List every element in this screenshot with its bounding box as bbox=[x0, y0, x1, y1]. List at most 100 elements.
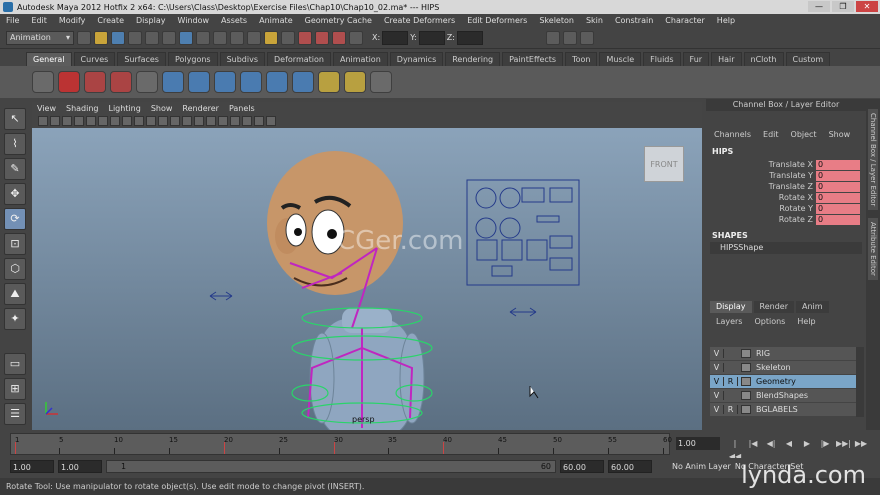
select-tool-icon[interactable]: ↖ bbox=[4, 108, 26, 130]
layer-color-swatch[interactable] bbox=[741, 349, 751, 358]
menu-window[interactable]: Window bbox=[178, 16, 210, 25]
menu-modify[interactable]: Modify bbox=[59, 16, 86, 25]
layer-color-swatch[interactable] bbox=[741, 377, 751, 386]
show-manip-icon[interactable]: ✦ bbox=[4, 308, 26, 330]
layer-menu-help[interactable]: Help bbox=[797, 317, 815, 326]
safe-title-icon[interactable] bbox=[158, 116, 168, 126]
show-hide-tool-settings-icon[interactable] bbox=[562, 30, 577, 45]
time-slider-bar[interactable]: 1 5 10 15 20 25 30 35 40 45 50 55 60 bbox=[10, 433, 672, 455]
menu-help[interactable]: Help bbox=[717, 16, 735, 25]
panel-menu-view[interactable]: View bbox=[37, 104, 56, 113]
layer-menu-options[interactable]: Options bbox=[754, 317, 785, 326]
side-tab-channel-box[interactable]: Channel Box / Layer Editor bbox=[868, 109, 878, 211]
camera-select-icon[interactable] bbox=[38, 116, 48, 126]
tab-hair[interactable]: Hair bbox=[711, 52, 742, 66]
menu-animate[interactable]: Animate bbox=[259, 16, 293, 25]
plane-icon[interactable] bbox=[266, 71, 288, 93]
menu-edit-deformers[interactable]: Edit Deformers bbox=[467, 16, 527, 25]
render-settings-icon[interactable] bbox=[332, 30, 346, 45]
menu-skeleton[interactable]: Skeleton bbox=[539, 16, 574, 25]
xray-icon[interactable] bbox=[242, 116, 252, 126]
move-tool-icon[interactable]: ✥ bbox=[4, 183, 26, 205]
layer-visibility-toggle[interactable]: V bbox=[710, 363, 724, 372]
tab-deformation[interactable]: Deformation bbox=[267, 52, 331, 66]
layer-scrollbar[interactable] bbox=[856, 347, 864, 417]
field-chart-icon[interactable] bbox=[134, 116, 144, 126]
snap-plane-icon[interactable] bbox=[247, 30, 261, 45]
channel-row[interactable]: Rotate X 0 bbox=[706, 192, 866, 203]
use-lights-icon[interactable] bbox=[218, 116, 228, 126]
maximize-button[interactable]: ❐ bbox=[832, 1, 854, 12]
select-hierarchy-icon[interactable] bbox=[128, 30, 142, 45]
menu-geometry-cache[interactable]: Geometry Cache bbox=[305, 16, 372, 25]
channel-row[interactable]: Translate Y 0 bbox=[706, 170, 866, 181]
cb-menu-channels[interactable]: Channels bbox=[714, 130, 751, 139]
playback-start-field[interactable]: 1.00 bbox=[58, 459, 102, 473]
y-field[interactable] bbox=[418, 30, 445, 45]
channel-value[interactable]: 0 bbox=[816, 192, 860, 203]
anim-layer-label[interactable]: No Anim Layer bbox=[672, 462, 731, 471]
lock-icon[interactable] bbox=[264, 30, 278, 45]
show-hide-channel-box-icon[interactable] bbox=[579, 30, 594, 45]
menu-display[interactable]: Display bbox=[136, 16, 166, 25]
channel-row[interactable]: Translate X 0 bbox=[706, 159, 866, 170]
pick-mask-icon[interactable] bbox=[179, 30, 193, 45]
channel-value[interactable]: 0 bbox=[816, 181, 860, 192]
history-icon[interactable] bbox=[281, 30, 295, 45]
bookmark-icon[interactable] bbox=[62, 116, 72, 126]
image-plane-icon[interactable] bbox=[74, 116, 84, 126]
open-scene-icon[interactable] bbox=[94, 30, 108, 45]
tab-toon[interactable]: Toon bbox=[565, 52, 598, 66]
step-back-frame-button[interactable]: ◀| bbox=[764, 437, 778, 450]
z-field[interactable] bbox=[456, 30, 483, 45]
viewcube[interactable]: FRONT bbox=[644, 146, 684, 182]
x-field[interactable] bbox=[382, 30, 409, 45]
layer-visibility-toggle[interactable]: V bbox=[710, 391, 724, 400]
step-forward-key-button[interactable]: ▶▶| bbox=[836, 437, 851, 450]
wireframe-on-shaded-icon[interactable] bbox=[194, 116, 204, 126]
channel-value[interactable]: 0 bbox=[816, 203, 860, 214]
tab-fluids[interactable]: Fluids bbox=[643, 52, 681, 66]
channel-row[interactable]: Translate Z 0 bbox=[706, 181, 866, 192]
menu-skin[interactable]: Skin bbox=[586, 16, 603, 25]
layer-row-skeleton[interactable]: V Skeleton bbox=[710, 361, 858, 374]
go-to-start-button[interactable]: |◀◀ bbox=[728, 437, 742, 461]
layer-row-geometry[interactable]: V R Geometry bbox=[710, 375, 858, 388]
play-forwards-button[interactable]: ▶ bbox=[800, 437, 814, 450]
tab-fur[interactable]: Fur bbox=[682, 52, 710, 66]
menu-create-deformers[interactable]: Create Deformers bbox=[384, 16, 455, 25]
channel-value[interactable]: 0 bbox=[816, 159, 860, 170]
tab-curves[interactable]: Curves bbox=[73, 52, 116, 66]
tab-rendering[interactable]: Rendering bbox=[445, 52, 501, 66]
camera-icon[interactable] bbox=[370, 71, 392, 93]
channel-row[interactable]: Rotate Y 0 bbox=[706, 203, 866, 214]
play-backwards-button[interactable]: ◀ bbox=[782, 437, 796, 450]
current-frame-field[interactable]: 1.00 bbox=[676, 437, 720, 450]
select-component-icon[interactable] bbox=[162, 30, 176, 45]
ipr-render-icon[interactable] bbox=[315, 30, 329, 45]
step-back-key-button[interactable]: |◀ bbox=[746, 437, 760, 450]
wireframe-icon[interactable] bbox=[170, 116, 180, 126]
tab-general[interactable]: General bbox=[26, 52, 72, 66]
paint-select-icon[interactable]: ✎ bbox=[4, 158, 26, 180]
outliner-layout-icon[interactable]: ☰ bbox=[4, 403, 26, 425]
layer-visibility-toggle[interactable]: V bbox=[710, 405, 724, 414]
tab-render-layers[interactable]: Render bbox=[753, 301, 794, 313]
layer-visibility-toggle[interactable]: V bbox=[710, 349, 724, 358]
sphere-icon[interactable] bbox=[162, 71, 184, 93]
layer-type-toggle[interactable]: R bbox=[724, 377, 738, 386]
cone-icon[interactable] bbox=[240, 71, 262, 93]
panel-menu-panels[interactable]: Panels bbox=[229, 104, 255, 113]
xray-joints-icon[interactable] bbox=[254, 116, 264, 126]
tab-dynamics[interactable]: Dynamics bbox=[389, 52, 444, 66]
layer-visibility-toggle[interactable]: V bbox=[710, 377, 724, 386]
side-tab-attribute-editor[interactable]: Attribute Editor bbox=[868, 218, 878, 281]
menu-constrain[interactable]: Constrain bbox=[615, 16, 653, 25]
soft-mod-icon[interactable]: ⛰ bbox=[4, 283, 26, 305]
channel-row[interactable]: Rotate Z 0 bbox=[706, 214, 866, 225]
rotate-tool-icon[interactable]: ⟳ bbox=[4, 208, 26, 230]
gate-mask-icon[interactable] bbox=[122, 116, 132, 126]
tab-surfaces[interactable]: Surfaces bbox=[117, 52, 166, 66]
start-time-field[interactable]: 1.00 bbox=[10, 459, 54, 473]
layer-type-toggle[interactable]: R bbox=[724, 405, 738, 414]
